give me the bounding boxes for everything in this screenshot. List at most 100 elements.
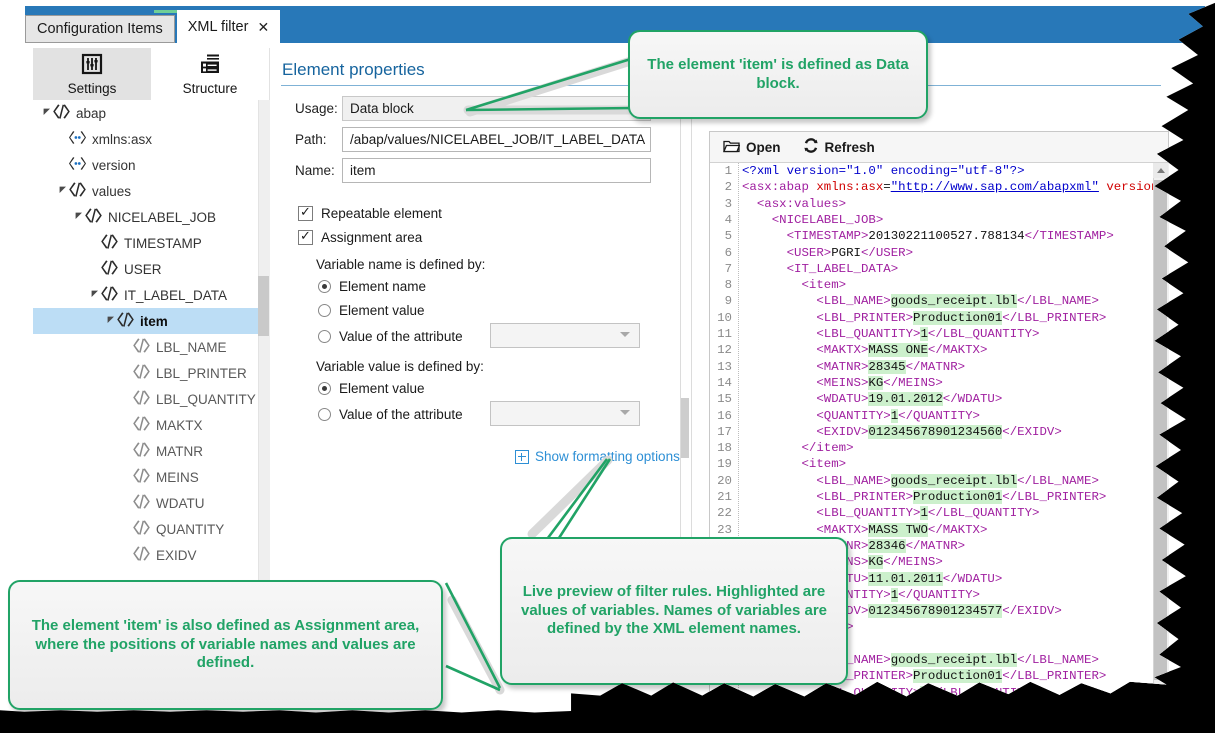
page-title: Element properties xyxy=(282,60,425,80)
repeatable-element-checkbox[interactable]: Repeatable element xyxy=(298,206,442,221)
code-line-text: <item> xyxy=(742,456,846,472)
radio-dot[interactable] xyxy=(318,330,331,343)
radio-label: Element value xyxy=(339,381,425,396)
name-input[interactable]: item xyxy=(342,158,651,183)
radio-dot[interactable] xyxy=(318,280,331,293)
code-line-text: </item> xyxy=(742,440,854,456)
tree-item-abap[interactable]: abap xyxy=(33,100,270,126)
tree-item-values[interactable]: values xyxy=(33,178,270,204)
line-number: 7 xyxy=(710,261,732,277)
element-icon xyxy=(84,208,103,226)
expander-icon[interactable] xyxy=(89,290,100,300)
radio-var-name-element-value[interactable]: Element value xyxy=(318,303,425,318)
code-line: 5 <TIMESTAMP>20130221100527.788134</TIME… xyxy=(710,228,1153,244)
tree-item-xmlns-asx[interactable]: xmlns:asx xyxy=(33,126,270,152)
callout-live-preview: Live preview of filter rules. Highlighte… xyxy=(500,537,848,685)
tree-item-lbl-quantity[interactable]: LBL_QUANTITY xyxy=(33,386,270,412)
tree-item-lbl-name[interactable]: LBL_NAME xyxy=(33,334,270,360)
tree-item-timestamp[interactable]: TIMESTAMP xyxy=(33,230,270,256)
link-label: Show formatting options xyxy=(535,449,680,464)
refresh-button[interactable]: Refresh xyxy=(803,138,875,156)
line-number: 16 xyxy=(710,408,732,424)
tree-item-wdatu[interactable]: WDATU xyxy=(33,490,270,516)
radio-var-name-element-name[interactable]: Element name xyxy=(318,279,426,294)
code-line: 22 <LBL_QUANTITY>1</LBL_QUANTITY> xyxy=(710,505,1153,521)
code-line-text: <LBL_QUANTITY>1</LBL_QUANTITY> xyxy=(742,326,1039,342)
code-line: 21 <LBL_PRINTER>Production01</LBL_PRINTE… xyxy=(710,489,1153,505)
expander-icon[interactable] xyxy=(73,212,84,222)
line-number: 17 xyxy=(710,424,732,440)
element-icon xyxy=(52,104,71,122)
tree-item-label: TIMESTAMP xyxy=(124,236,202,251)
mode-button-settings[interactable]: Settings xyxy=(33,48,151,100)
close-icon[interactable]: ✕ xyxy=(257,20,269,34)
tree-item-lbl-printer[interactable]: LBL_PRINTER xyxy=(33,360,270,386)
variable-value-group-label: Variable value is defined by: xyxy=(316,359,484,374)
open-button[interactable]: Open xyxy=(723,139,781,156)
code-line-text: <LBL_PRINTER>Production01</LBL_PRINTER> xyxy=(742,489,1106,505)
tree-scrollbar[interactable] xyxy=(258,100,270,598)
code-line: 7 <IT_LABEL_DATA> xyxy=(710,261,1153,277)
tree-item-meins[interactable]: MEINS xyxy=(33,464,270,490)
radio-var-value-element-value[interactable]: Element value xyxy=(318,381,425,396)
element-icon xyxy=(132,468,151,486)
properties-scrollbar[interactable] xyxy=(680,110,692,540)
var-value-attribute-select[interactable] xyxy=(490,401,640,426)
element-icon xyxy=(100,286,119,304)
tree-item-quantity[interactable]: QUANTITY xyxy=(33,516,270,542)
code-line-text: <TIMESTAMP>20130221100527.788134</TIMEST… xyxy=(742,228,1114,244)
line-number: 10 xyxy=(710,310,732,326)
show-formatting-options-link[interactable]: Show formatting options xyxy=(515,449,680,464)
button-label: Open xyxy=(746,140,781,155)
tree-item-exidv[interactable]: EXIDV xyxy=(33,542,270,568)
expander-icon[interactable] xyxy=(41,108,52,118)
line-number: 20 xyxy=(710,473,732,489)
tree-item-matnr[interactable]: MATNR xyxy=(33,438,270,464)
line-number: 5 xyxy=(710,228,732,244)
checkbox-box[interactable] xyxy=(298,206,313,221)
line-number: 13 xyxy=(710,359,732,375)
code-line: 18 </item> xyxy=(710,440,1153,456)
code-line-text: <LBL_PRINTER>Production01</LBL_PRINTER> xyxy=(742,310,1106,326)
xml-structure-tree[interactable]: abapxmlns:asxversionvaluesNICELABEL_JOB T… xyxy=(33,100,270,598)
tree-scrollbar-thumb[interactable] xyxy=(258,276,269,336)
code-line: 12 <MAKTX>MASS ONE</MAKTX> xyxy=(710,342,1153,358)
line-number: 19 xyxy=(710,456,732,472)
tree-item-maktx[interactable]: MAKTX xyxy=(33,412,270,438)
radio-var-value-attribute-value[interactable]: Value of the attribute xyxy=(318,407,463,422)
refresh-icon xyxy=(803,138,819,156)
expander-icon[interactable] xyxy=(105,316,116,326)
radio-dot[interactable] xyxy=(318,382,331,395)
tree-item-item[interactable]: item xyxy=(33,308,270,334)
code-line-text: <MAKTX>MASS ONE</MAKTX> xyxy=(742,342,987,358)
tab-xml-filter[interactable]: XML filter ✕ xyxy=(177,10,280,43)
code-line: 4 <NICELABEL_JOB> xyxy=(710,212,1153,228)
scroll-up-arrow-icon[interactable] xyxy=(1153,163,1168,178)
radio-var-name-attribute-value[interactable]: Value of the attribute xyxy=(318,329,463,344)
expander-icon[interactable] xyxy=(57,186,68,196)
xml-scrollbar-thumb[interactable] xyxy=(1154,180,1167,680)
radio-label: Element name xyxy=(339,279,426,294)
tree-item-user[interactable]: USER xyxy=(33,256,270,282)
tree-item-label: LBL_PRINTER xyxy=(156,366,247,381)
tree-item-version[interactable]: version xyxy=(33,152,270,178)
assignment-area-checkbox[interactable]: Assignment area xyxy=(298,230,422,245)
var-name-attribute-select[interactable] xyxy=(490,323,640,348)
tree-item-it-label-data[interactable]: IT_LABEL_DATA xyxy=(33,282,270,308)
line-number: 22 xyxy=(710,505,732,521)
path-input[interactable]: /abap/values/NICELABEL_JOB/IT_LABEL_DATA xyxy=(342,127,651,152)
tree-item-nicelabel-job[interactable]: NICELABEL_JOB xyxy=(33,204,270,230)
radio-dot[interactable] xyxy=(318,304,331,317)
checkbox-box[interactable] xyxy=(298,230,313,245)
properties-scrollbar-thumb[interactable] xyxy=(681,398,689,458)
callout-text: The element 'item' is defined as Data bl… xyxy=(644,56,912,94)
tab-configuration-items[interactable]: Configuration Items xyxy=(25,15,175,43)
attribute-icon xyxy=(68,157,87,173)
code-line-text: <item> xyxy=(742,277,846,293)
code-line: 2<asx:abap xmlns:asx="http://www.sap.com… xyxy=(710,179,1153,195)
mode-button-structure[interactable]: Structure xyxy=(151,48,269,100)
code-line: 15 <WDATU>19.01.2012</WDATU> xyxy=(710,391,1153,407)
plus-icon xyxy=(515,450,529,464)
line-number: 14 xyxy=(710,375,732,391)
radio-dot[interactable] xyxy=(318,408,331,421)
